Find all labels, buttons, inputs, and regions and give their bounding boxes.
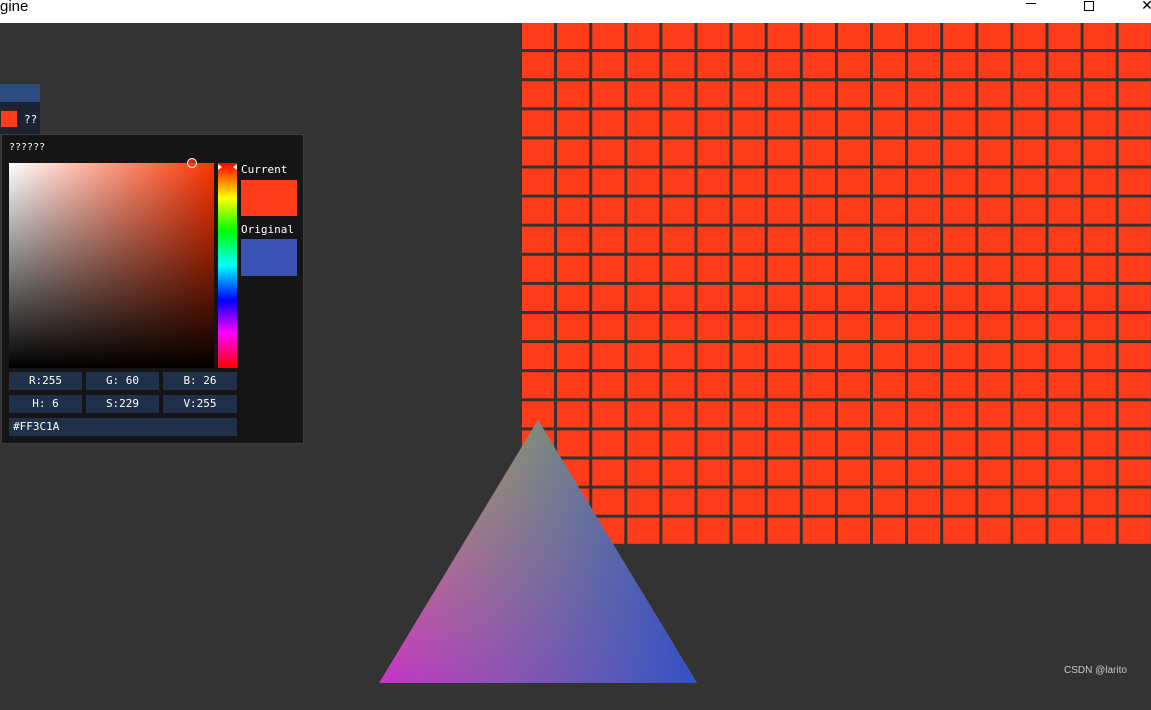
- maximize-icon: [1084, 0, 1094, 11]
- triangle-blend: [379, 420, 697, 683]
- original-color-label: Original: [241, 223, 294, 236]
- render-viewport: ?? ?????? Current Original R:255 G: 60 B…: [0, 23, 1151, 710]
- blue-input[interactable]: B: 26: [163, 372, 237, 390]
- sv-picker-handle[interactable]: [187, 158, 197, 168]
- green-input[interactable]: G: 60: [86, 372, 159, 390]
- color-edit-label: ??: [24, 113, 38, 126]
- watermark: CSDN @larito: [1064, 665, 1127, 676]
- picker-title: ??????: [9, 142, 46, 153]
- saturation-value-square[interactable]: [9, 163, 214, 368]
- close-button[interactable]: ✕: [1124, 0, 1151, 23]
- hue-slider[interactable]: [218, 163, 237, 368]
- close-icon: ✕: [1141, 0, 1151, 14]
- red-input[interactable]: R:255: [9, 372, 82, 390]
- hue-arrow-right-icon: [233, 164, 237, 170]
- color-edit-button[interactable]: [0, 110, 18, 128]
- hue-input[interactable]: H: 6: [9, 395, 82, 413]
- minimize-button[interactable]: [1008, 0, 1054, 23]
- minimize-icon: [1026, 3, 1036, 4]
- saturation-input[interactable]: S:229: [86, 395, 159, 413]
- hex-input[interactable]: #FF3C1A: [9, 418, 237, 436]
- hue-arrow-left-icon: [218, 164, 222, 170]
- window-title: gine: [0, 0, 29, 15]
- current-color-swatch: [241, 180, 297, 216]
- imgui-window-titlebar[interactable]: [0, 84, 40, 102]
- original-color-swatch[interactable]: [241, 239, 297, 276]
- color-picker-popup: ?????? Current Original R:255 G: 60 B: 2…: [1, 134, 304, 444]
- current-color-label: Current: [241, 163, 288, 176]
- maximize-button[interactable]: [1066, 0, 1112, 23]
- value-input[interactable]: V:255: [163, 395, 237, 413]
- title-bar: gine ✕: [0, 0, 1151, 23]
